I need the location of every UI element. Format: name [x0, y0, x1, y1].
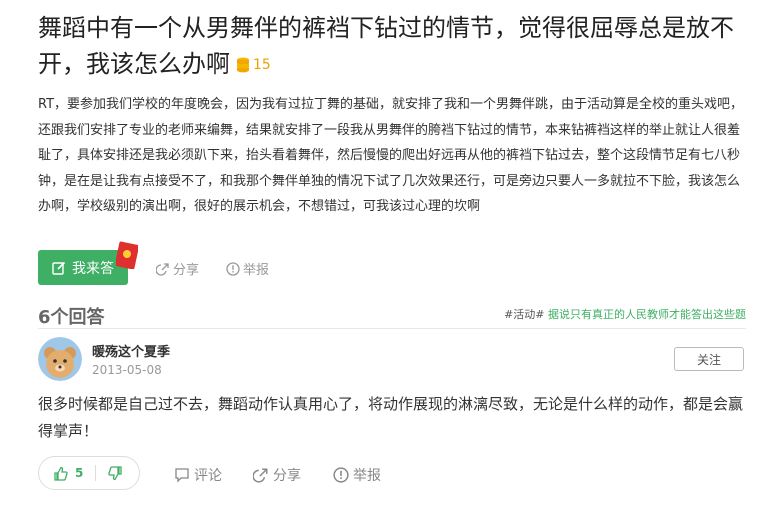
follow-button[interactable]: 关注 — [674, 347, 744, 371]
activity-link[interactable]: 据说只有真正的人民教师才能答出这些题 — [548, 308, 746, 321]
share-icon — [156, 262, 169, 276]
answers-count: 6个回答 — [38, 307, 105, 328]
vote-separator — [95, 465, 97, 481]
report-icon — [226, 261, 240, 276]
share-icon — [253, 468, 268, 483]
report-icon — [333, 467, 349, 483]
share-label: 分享 — [173, 263, 200, 278]
question-title: 舞蹈中有一个从男舞伴的裤裆下钻过的情节，觉得很屈辱总是放不开，我该怎么办啊 15 — [38, 10, 750, 83]
red-packet-icon — [116, 241, 138, 269]
reward-coins: 15 — [236, 47, 271, 83]
upvote-count: 5 — [75, 466, 84, 480]
answer-share-label: 分享 — [273, 468, 301, 484]
report-label: 举报 — [243, 263, 270, 278]
comment-icon — [175, 468, 189, 483]
bear-avatar-icon — [38, 337, 82, 381]
activity-tag: #活动# — [504, 308, 545, 321]
coin-stack-icon — [237, 57, 249, 73]
question-title-text: 舞蹈中有一个从男舞伴的裤裆下钻过的情节，觉得很屈辱总是放不开，我该怎么办啊 — [38, 14, 734, 78]
share-button[interactable]: 分享 — [156, 259, 199, 278]
answer-user-name[interactable]: 暖殇这个夏季 — [92, 341, 170, 360]
report-button[interactable]: 举报 — [226, 259, 269, 278]
answers-header: 6个回答 #活动# 据说只有真正的人民教师才能答出这些题 — [38, 302, 746, 328]
answer-report-label: 举报 — [353, 468, 381, 484]
answer-report-button[interactable]: 举报 — [333, 465, 381, 485]
answer-share-button[interactable]: 分享 — [253, 465, 301, 485]
divider — [38, 328, 746, 329]
answer-text: 很多时候都是自己过不去，舞蹈动作认真用心了，将动作展现的淋漓尽致，无论是什么样的… — [38, 395, 744, 440]
thumbs-down-icon — [108, 465, 123, 480]
thumbs-up-icon — [54, 466, 68, 481]
downvote-button[interactable] — [108, 465, 123, 481]
comment-button[interactable]: 评论 — [174, 465, 222, 485]
vote-box: 5 — [38, 456, 140, 490]
activity-banner[interactable]: #活动# 据说只有真正的人民教师才能答出这些题 — [504, 306, 746, 322]
answer-date: 2013-05-08 — [92, 363, 162, 377]
upvote-button[interactable]: 5 — [53, 466, 83, 481]
answer-button-label: 我来答 — [72, 260, 114, 277]
question-description: RT，要参加我们学校的年度晚会，因为我有过拉丁舞的基础，就安排了我和一个男舞伴跳… — [38, 97, 744, 214]
comment-label: 评论 — [194, 468, 222, 484]
answer-button[interactable]: 我来答 — [38, 250, 128, 285]
edit-icon — [52, 261, 66, 275]
question-actions: 我来答 分享 举报 — [38, 241, 438, 286]
avatar[interactable] — [38, 337, 82, 381]
reward-amount: 15 — [253, 57, 271, 73]
